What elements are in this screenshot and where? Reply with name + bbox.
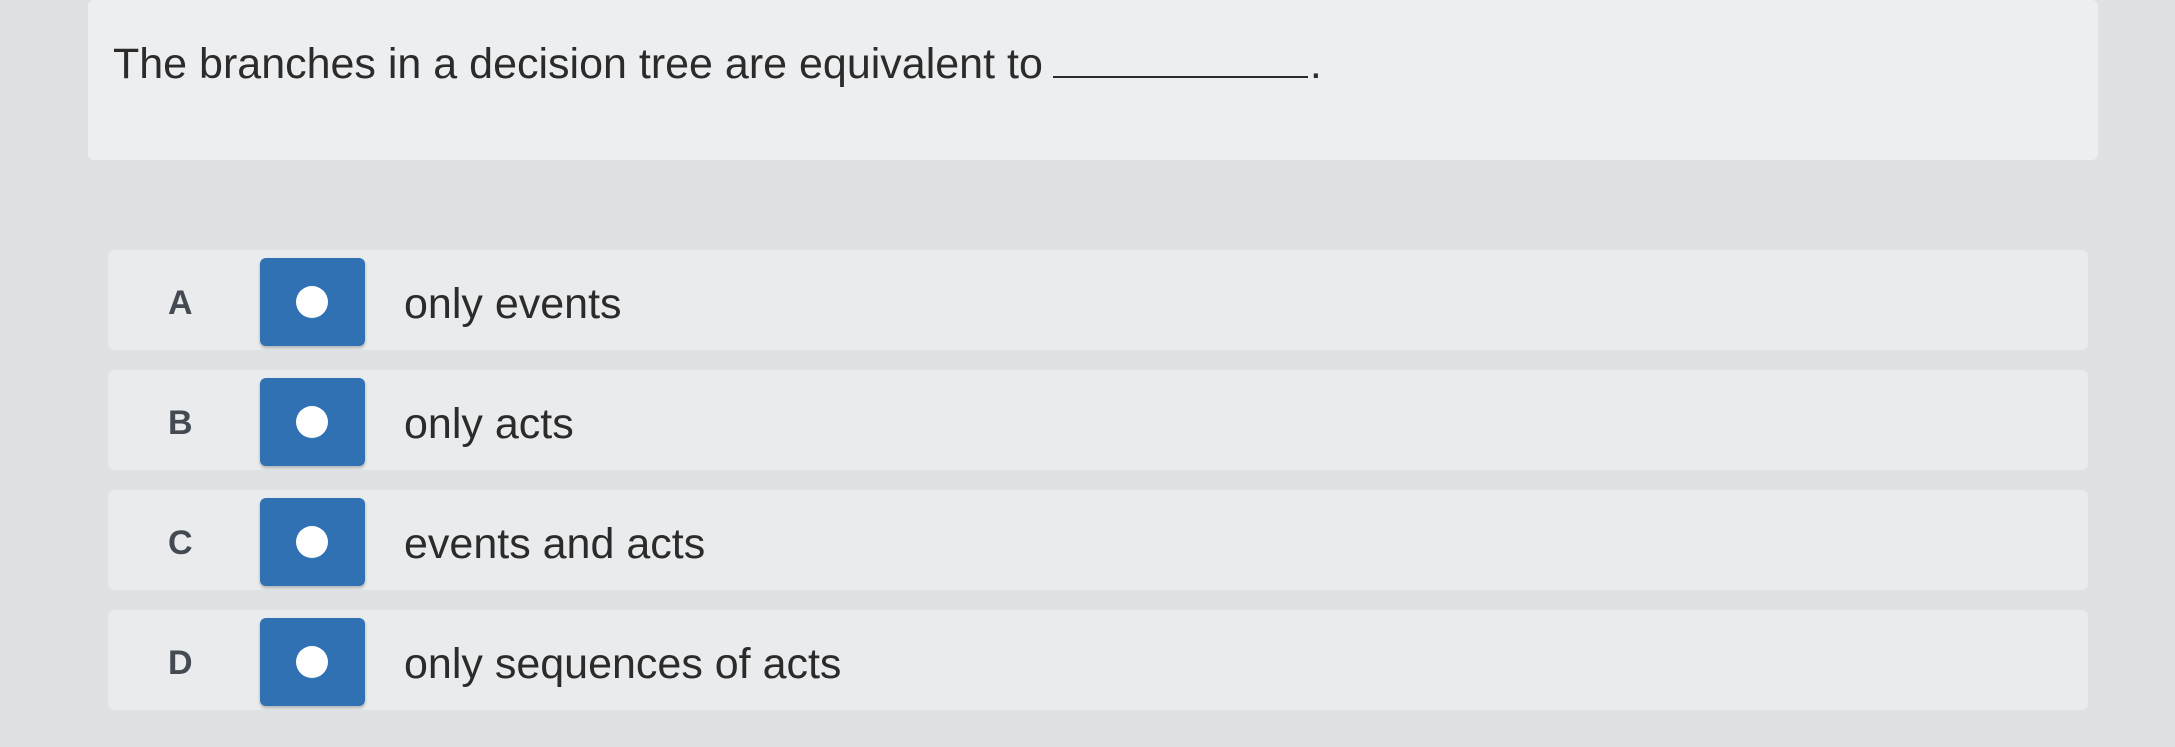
- option-letter: A: [168, 284, 193, 322]
- radio-circle-icon: [296, 526, 328, 558]
- option-letter: B: [168, 404, 193, 442]
- question-period: .: [1309, 40, 1322, 88]
- option-c[interactable]: C events and acts: [108, 490, 2088, 590]
- option-d-radio-button[interactable]: [260, 618, 365, 706]
- option-a[interactable]: A only events: [108, 250, 2088, 350]
- option-d[interactable]: D only sequences of acts: [108, 610, 2088, 710]
- option-b[interactable]: B only acts: [108, 370, 2088, 470]
- option-letter: C: [168, 524, 193, 562]
- radio-circle-icon: [296, 406, 328, 438]
- radio-circle-icon: [296, 646, 328, 678]
- option-b-radio-button[interactable]: [260, 378, 365, 466]
- option-letter: D: [168, 644, 193, 682]
- option-label: only acts: [404, 400, 574, 448]
- option-c-radio-button[interactable]: [260, 498, 365, 586]
- option-a-radio-button[interactable]: [260, 258, 365, 346]
- answer-blank: [1052, 42, 1308, 78]
- question-panel: The branches in a decision tree are equi…: [88, 0, 2098, 160]
- answer-options: A only events B only acts C events and a…: [108, 250, 2088, 730]
- radio-circle-icon: [296, 286, 328, 318]
- option-label: only events: [404, 280, 622, 328]
- question-text: The branches in a decision tree are equi…: [113, 40, 1322, 89]
- question-prompt: The branches in a decision tree are equi…: [113, 40, 1043, 88]
- option-label: only sequences of acts: [404, 640, 842, 688]
- option-label: events and acts: [404, 520, 706, 568]
